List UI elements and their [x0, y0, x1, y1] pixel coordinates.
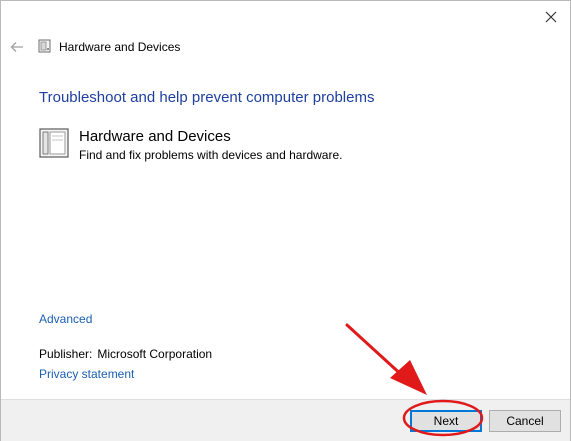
publisher-value: Microsoft Corporation — [97, 347, 213, 361]
advanced-link[interactable]: Advanced — [39, 311, 92, 327]
footer-bar: Next Cancel — [1, 399, 570, 441]
hardware-devices-small-icon — [38, 39, 51, 53]
publisher-info: Publisher: Microsoft Corporation — [39, 346, 212, 362]
window-header-title: Hardware and Devices — [59, 40, 181, 54]
privacy-statement-link[interactable]: Privacy statement — [39, 366, 134, 382]
close-icon — [545, 11, 557, 23]
task-description: Find and fix problems with devices and h… — [79, 148, 343, 162]
back-button[interactable] — [7, 37, 27, 57]
back-arrow-icon — [10, 42, 23, 52]
page-title: Troubleshoot and help prevent computer p… — [39, 89, 375, 106]
publisher-label: Publisher: — [39, 347, 93, 361]
next-button[interactable]: Next — [410, 410, 482, 432]
cancel-button[interactable]: Cancel — [489, 410, 561, 432]
close-button[interactable] — [536, 3, 566, 31]
hardware-devices-icon — [39, 128, 69, 158]
troubleshooter-window: Hardware and Devices Troubleshoot and he… — [0, 0, 571, 441]
task-title: Hardware and Devices — [79, 128, 231, 145]
